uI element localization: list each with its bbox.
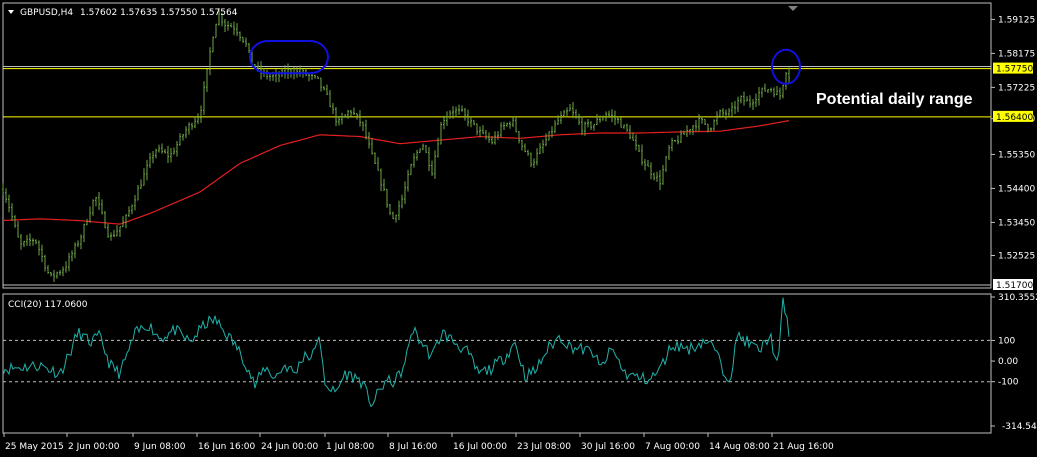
time-tick-label: 16 Jun 16:00 <box>198 442 255 452</box>
hline-label: 1.56400 <box>996 113 1033 123</box>
cci-tick-label: -314.5439 <box>1002 422 1037 432</box>
symbol-label: GBPUSD,H4 <box>20 8 73 18</box>
time-tick-label: 7 Aug 00:00 <box>645 442 700 452</box>
time-tick-label: 2 Jun 00:00 <box>68 442 120 452</box>
price-tick-label: 1.57225 <box>998 83 1035 93</box>
price-tick-label: 1.55350 <box>998 150 1035 160</box>
time-tick-label: 21 Aug 16:00 <box>773 442 834 452</box>
price-tick-label: 1.54400 <box>998 184 1035 194</box>
cci-tick-label: 0.00 <box>998 357 1018 367</box>
hline-label: 1.51700 <box>996 281 1033 291</box>
time-tick-label: 1 Jul 08:00 <box>326 442 375 452</box>
cci-tick-label: 100 <box>998 336 1015 346</box>
time-tick-label: 23 Jul 08:00 <box>517 442 571 452</box>
ohlc-readout: 1.57602 1.57635 1.57550 1.57564 <box>80 8 238 18</box>
time-tick-label: 9 Jun 08:00 <box>134 442 186 452</box>
time-tick-label: 8 Jul 16:00 <box>389 442 438 452</box>
time-tick-label: 14 Aug 08:00 <box>709 442 770 452</box>
time-tick-label: 16 Jul 00:00 <box>453 442 507 452</box>
price-tick-label: 1.59125 <box>998 15 1035 25</box>
time-tick-label: 25 May 2015 <box>5 442 64 452</box>
chart-canvas: 1.591251.581751.572251.563501.553501.544… <box>0 0 1037 457</box>
time-tick-label: 30 Jul 16:00 <box>581 442 635 452</box>
hline-label: 1.57750 <box>996 65 1033 75</box>
cci-tick-label: -100 <box>998 378 1019 388</box>
price-tick-label: 1.53450 <box>998 218 1035 228</box>
time-tick-label: 24 Jun 00:00 <box>261 442 318 452</box>
price-tick-label: 1.52525 <box>998 251 1035 261</box>
annotation-potential-daily-range: Potential daily range <box>816 91 973 108</box>
price-tick-label: 1.58175 <box>998 49 1035 59</box>
cci-tick-label: 310.3552 <box>998 293 1037 303</box>
cci-title: CCI(20) 117.0600 <box>8 300 88 310</box>
